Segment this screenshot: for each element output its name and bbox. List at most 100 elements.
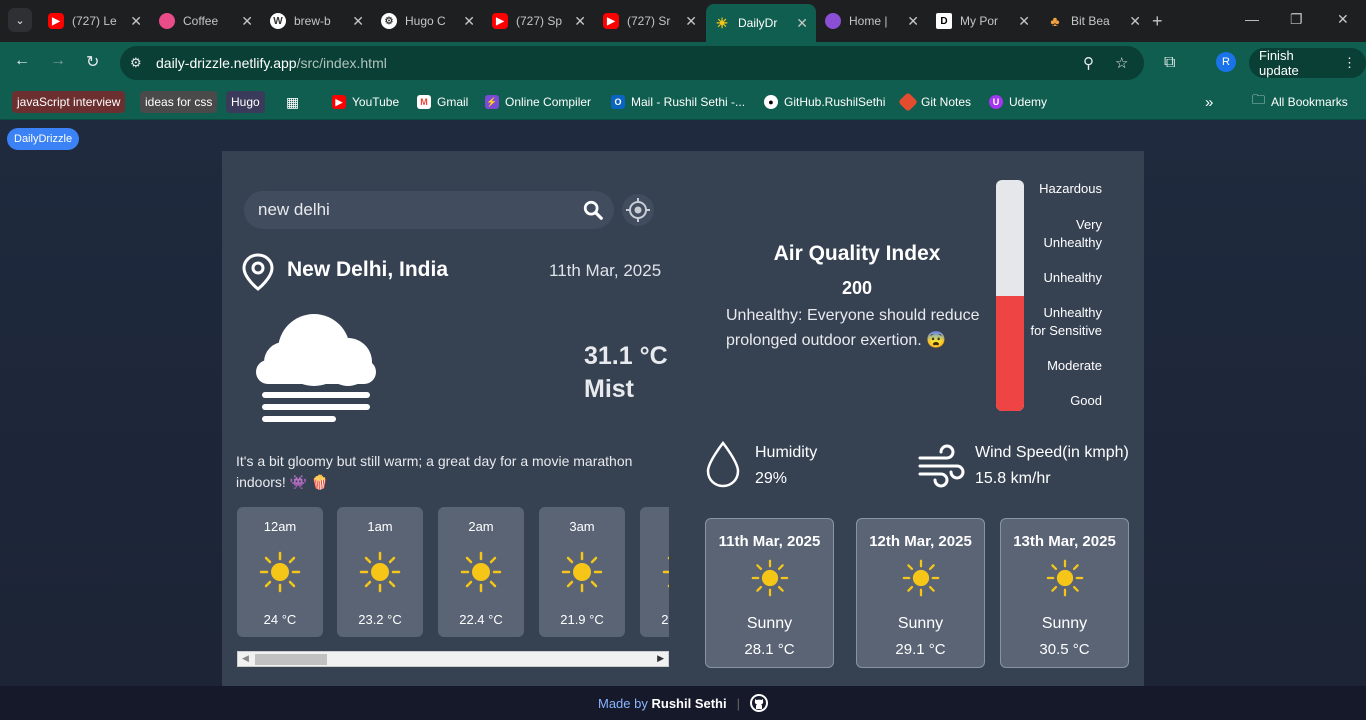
sun-icon: ☀ bbox=[715, 14, 729, 31]
portfolio-icon: D bbox=[936, 13, 952, 29]
hourly-forecast[interactable]: 12am 24 °C 1am 23.2 °C 2am 22.4 °C 3am 2… bbox=[237, 507, 669, 637]
close-icon[interactable]: ✕ bbox=[130, 13, 142, 30]
bookmark-online-compiler[interactable]: ⚡ Online Compiler bbox=[485, 91, 591, 113]
bookmark-github[interactable]: ● GitHub.RushilSethi bbox=[764, 91, 885, 113]
sun-icon bbox=[460, 551, 502, 593]
bookmark-hugo[interactable]: Hugo bbox=[226, 91, 265, 113]
more-bookmarks-icon[interactable]: » bbox=[1205, 91, 1213, 113]
bookmark-star-icon[interactable]: ☆ bbox=[1115, 54, 1128, 72]
close-icon[interactable]: ✕ bbox=[241, 13, 253, 30]
tab-home[interactable]: Home | ✕ bbox=[817, 6, 927, 36]
aqi-level-very-unhealthy: Very Unhealthy bbox=[1043, 217, 1102, 250]
tab-hugo[interactable]: ⚙ Hugo C ✕ bbox=[373, 6, 483, 36]
youtube-icon: ▶ bbox=[332, 95, 346, 109]
aqi-gauge bbox=[996, 180, 1024, 411]
close-icon[interactable]: ✕ bbox=[352, 13, 364, 30]
profile-avatar[interactable]: R bbox=[1216, 52, 1236, 72]
close-icon[interactable]: ✕ bbox=[1129, 13, 1141, 30]
sun-icon bbox=[1046, 559, 1084, 597]
close-icon[interactable]: ✕ bbox=[907, 13, 919, 30]
youtube-icon: ▶ bbox=[48, 13, 64, 29]
droplet-icon bbox=[706, 440, 740, 488]
bookmark-ideas-for-css[interactable]: ideas for css bbox=[140, 91, 218, 113]
hourly-card: 3am 21.9 °C bbox=[539, 507, 625, 637]
youtube-icon: ▶ bbox=[603, 13, 619, 29]
tab-coffee[interactable]: Coffee ✕ bbox=[151, 6, 261, 36]
scroll-right-icon[interactable]: ▶ bbox=[657, 653, 664, 664]
tab-portfolio[interactable]: D My Por ✕ bbox=[928, 6, 1038, 36]
sun-icon bbox=[662, 556, 669, 588]
extensions-icon[interactable]: ⧉ bbox=[1164, 54, 1175, 72]
tab-youtube-2[interactable]: ▶ (727) Sp ✕ bbox=[484, 6, 594, 36]
bookmark-mail[interactable]: O Mail - Rushil Sethi -... bbox=[611, 91, 745, 113]
hourly-scrollbar[interactable]: ◀ ▶ bbox=[237, 651, 669, 667]
bitbean-icon: ♣ bbox=[1050, 13, 1060, 29]
bookmark-javascript-interview[interactable]: javaScript interview bbox=[12, 91, 126, 113]
tab-youtube-1[interactable]: ▶ (727) Le ✕ bbox=[40, 6, 150, 36]
sun-icon bbox=[902, 559, 940, 597]
reload-icon[interactable]: ↻ bbox=[86, 52, 99, 72]
search-icon[interactable] bbox=[582, 199, 604, 221]
github-icon: ● bbox=[764, 95, 778, 109]
author-link[interactable]: Rushil Sethi bbox=[651, 696, 726, 711]
hourly-card: 2am 22.4 °C bbox=[438, 507, 524, 637]
restore-icon[interactable]: ❐ bbox=[1290, 11, 1303, 28]
apps-grid-icon[interactable]: ▦ bbox=[286, 91, 299, 113]
close-icon[interactable]: ✕ bbox=[463, 13, 475, 30]
address-bar[interactable]: daily-drizzle.netlify.app/src/index.html bbox=[120, 46, 1144, 80]
daily-forecast-card: 13th Mar, 2025 Sunny 30.5 °C bbox=[1000, 518, 1129, 668]
hourly-card: 4am 21.5 °C bbox=[640, 507, 669, 637]
finish-update-button[interactable]: Finish update ⋮ bbox=[1249, 48, 1366, 78]
avatar-icon bbox=[825, 13, 841, 29]
back-icon[interactable]: ← bbox=[14, 52, 30, 70]
tab-bitbean[interactable]: ♣ Bit Bea ✕ bbox=[1039, 6, 1149, 36]
scrollbar-thumb[interactable] bbox=[255, 654, 327, 665]
hourly-card: 1am 23.2 °C bbox=[337, 507, 423, 637]
close-icon[interactable]: ✕ bbox=[685, 13, 697, 30]
bookmark-gmail[interactable]: M Gmail bbox=[417, 91, 468, 113]
tab-youtube-3[interactable]: ▶ (727) Sr ✕ bbox=[595, 6, 705, 36]
site-info-icon[interactable]: ⚙ bbox=[130, 55, 142, 71]
youtube-icon: ▶ bbox=[492, 13, 508, 29]
current-condition: Mist bbox=[584, 375, 634, 403]
sun-icon bbox=[359, 551, 401, 593]
scroll-left-icon[interactable]: ◀ bbox=[242, 653, 249, 664]
tab-search-button[interactable]: ⌄ bbox=[8, 8, 32, 32]
more-menu-icon[interactable]: ⋮ bbox=[1343, 55, 1356, 71]
sun-icon bbox=[259, 551, 301, 593]
new-tab-button[interactable]: + bbox=[1152, 11, 1163, 32]
wind-speed-value: 15.8 km/hr bbox=[975, 470, 1051, 487]
aqi-value: 200 bbox=[841, 278, 873, 298]
openai-icon: ⚙ bbox=[381, 13, 397, 29]
tab-brew[interactable]: W brew-b ✕ bbox=[262, 6, 372, 36]
humidity-label: Humidity bbox=[755, 444, 818, 461]
current-date: 11th Mar, 2025 bbox=[549, 261, 662, 280]
tab-dailydrizzle[interactable]: ☀ DailyDr ✕ bbox=[706, 4, 816, 42]
aqi-level-moderate: Moderate bbox=[1047, 358, 1102, 373]
wordpress-icon: W bbox=[270, 13, 286, 29]
mist-cloud-icon bbox=[256, 314, 376, 422]
close-icon[interactable]: ✕ bbox=[796, 15, 808, 32]
all-bookmarks-button[interactable]: 🗀 All Bookmarks bbox=[1252, 91, 1348, 113]
gmail-icon: M bbox=[417, 95, 431, 109]
daily-forecast-card: 11th Mar, 2025 Sunny 28.1 °C bbox=[705, 518, 834, 668]
sun-icon bbox=[561, 551, 603, 593]
current-location-button[interactable] bbox=[622, 194, 654, 226]
bookmark-youtube[interactable]: ▶ YouTube bbox=[332, 91, 399, 113]
location-pin-icon bbox=[242, 253, 274, 291]
forward-icon[interactable]: → bbox=[50, 52, 66, 70]
bolt-icon: ⚡ bbox=[485, 95, 499, 109]
close-window-icon[interactable]: ✕ bbox=[1337, 11, 1349, 28]
city-search-input[interactable]: new delhi bbox=[244, 191, 614, 229]
bookmark-udemy[interactable]: U Udemy bbox=[989, 91, 1047, 113]
wind-icon bbox=[918, 444, 965, 488]
close-icon[interactable]: ✕ bbox=[1018, 13, 1030, 30]
minimize-icon[interactable]: — bbox=[1245, 11, 1259, 27]
bookmark-git-notes[interactable]: Git Notes bbox=[898, 91, 971, 113]
brand-badge[interactable]: DailyDrizzle bbox=[7, 128, 80, 150]
udemy-icon: U bbox=[989, 95, 1003, 109]
zoom-icon[interactable]: ⚲ bbox=[1083, 54, 1094, 72]
github-icon[interactable] bbox=[750, 694, 768, 712]
close-icon[interactable]: ✕ bbox=[574, 13, 586, 30]
aqi-gauge-fill bbox=[996, 295, 1024, 411]
